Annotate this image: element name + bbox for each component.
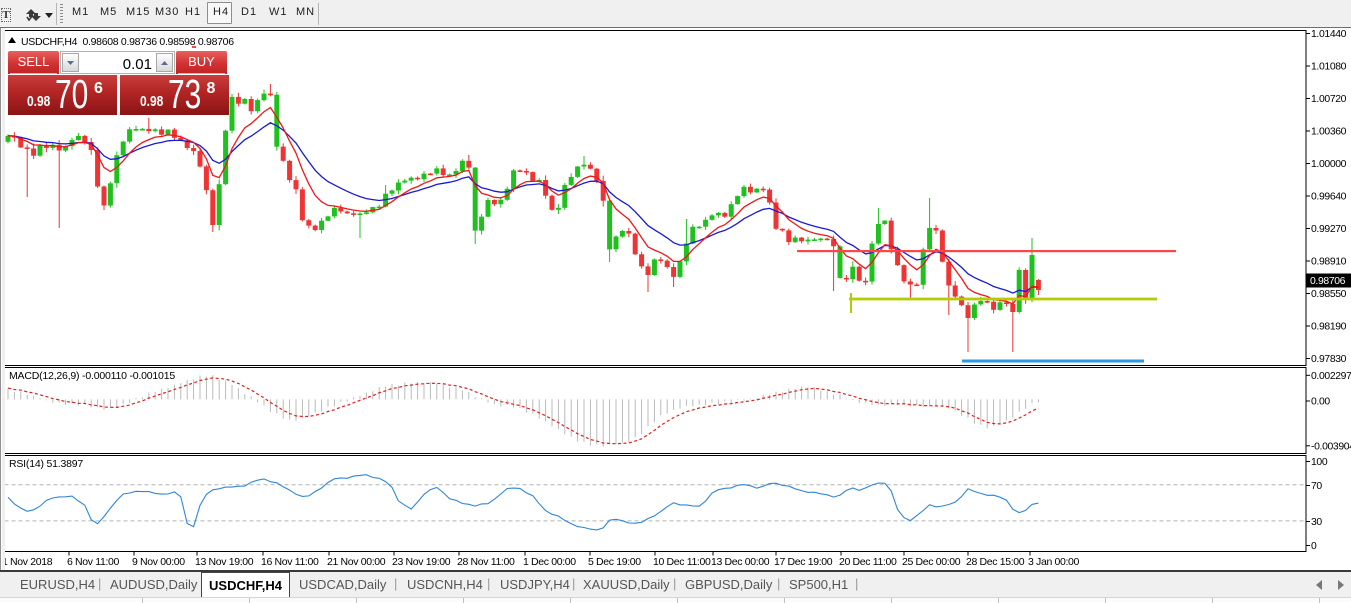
svg-text:100: 100 bbox=[1311, 457, 1328, 468]
svg-text:21 Nov 00:00: 21 Nov 00:00 bbox=[327, 556, 386, 568]
svg-text:20 Dec 11:00: 20 Dec 11:00 bbox=[839, 556, 897, 568]
svg-text:0: 0 bbox=[1311, 541, 1317, 552]
svg-text:6 Nov 11:00: 6 Nov 11:00 bbox=[67, 556, 120, 568]
svg-text:1 Dec 00:00: 1 Dec 00:00 bbox=[523, 556, 576, 568]
svg-text:28 Dec 15:00: 28 Dec 15:00 bbox=[966, 556, 1025, 568]
svg-text:1 Nov 2018: 1 Nov 2018 bbox=[2, 556, 53, 568]
svg-text:0.99270: 0.99270 bbox=[1311, 224, 1347, 235]
svg-text:70: 70 bbox=[1311, 481, 1322, 492]
svg-text:0.00: 0.00 bbox=[1311, 397, 1330, 408]
svg-text:17 Dec 19:00: 17 Dec 19:00 bbox=[774, 556, 833, 568]
svg-text:MACD(12,26,9) -0.000110 -0.001: MACD(12,26,9) -0.000110 -0.001015 bbox=[9, 370, 175, 382]
svg-text:-0.003904: -0.003904 bbox=[1311, 442, 1351, 453]
svg-text:3 Jan 00:00: 3 Jan 00:00 bbox=[1028, 556, 1080, 568]
svg-text:1.00720: 1.00720 bbox=[1311, 94, 1347, 105]
svg-text:9 Nov 00:00: 9 Nov 00:00 bbox=[132, 556, 185, 568]
svg-text:5 Dec 19:00: 5 Dec 19:00 bbox=[588, 556, 641, 568]
svg-text:RSI(14) 51.3897: RSI(14) 51.3897 bbox=[9, 458, 83, 470]
svg-text:0.98550: 0.98550 bbox=[1311, 289, 1347, 300]
svg-text:1.00000: 1.00000 bbox=[1311, 159, 1347, 170]
svg-text:10 Dec 11:00: 10 Dec 11:00 bbox=[653, 556, 711, 568]
svg-text:16 Nov 11:00: 16 Nov 11:00 bbox=[261, 556, 319, 568]
svg-text:13 Dec 00:00: 13 Dec 00:00 bbox=[711, 556, 770, 568]
svg-text:30: 30 bbox=[1311, 517, 1322, 528]
svg-text:23 Nov 19:00: 23 Nov 19:00 bbox=[392, 556, 451, 568]
svg-text:28 Nov 11:00: 28 Nov 11:00 bbox=[457, 556, 515, 568]
svg-text:1.01080: 1.01080 bbox=[1311, 62, 1347, 73]
svg-text:0.98190: 0.98190 bbox=[1311, 322, 1347, 333]
svg-text:0.002297: 0.002297 bbox=[1311, 371, 1351, 382]
svg-text:1.01440: 1.01440 bbox=[1311, 29, 1347, 40]
svg-text:25 Dec 00:00: 25 Dec 00:00 bbox=[902, 556, 961, 568]
svg-text:0.97830: 0.97830 bbox=[1311, 354, 1347, 365]
svg-text:0.98910: 0.98910 bbox=[1311, 257, 1347, 268]
svg-text:1.00360: 1.00360 bbox=[1311, 127, 1347, 138]
svg-text:13 Nov 19:00: 13 Nov 19:00 bbox=[195, 556, 254, 568]
svg-text:0.98706: 0.98706 bbox=[1310, 276, 1346, 287]
svg-text:0.99640: 0.99640 bbox=[1311, 192, 1347, 203]
